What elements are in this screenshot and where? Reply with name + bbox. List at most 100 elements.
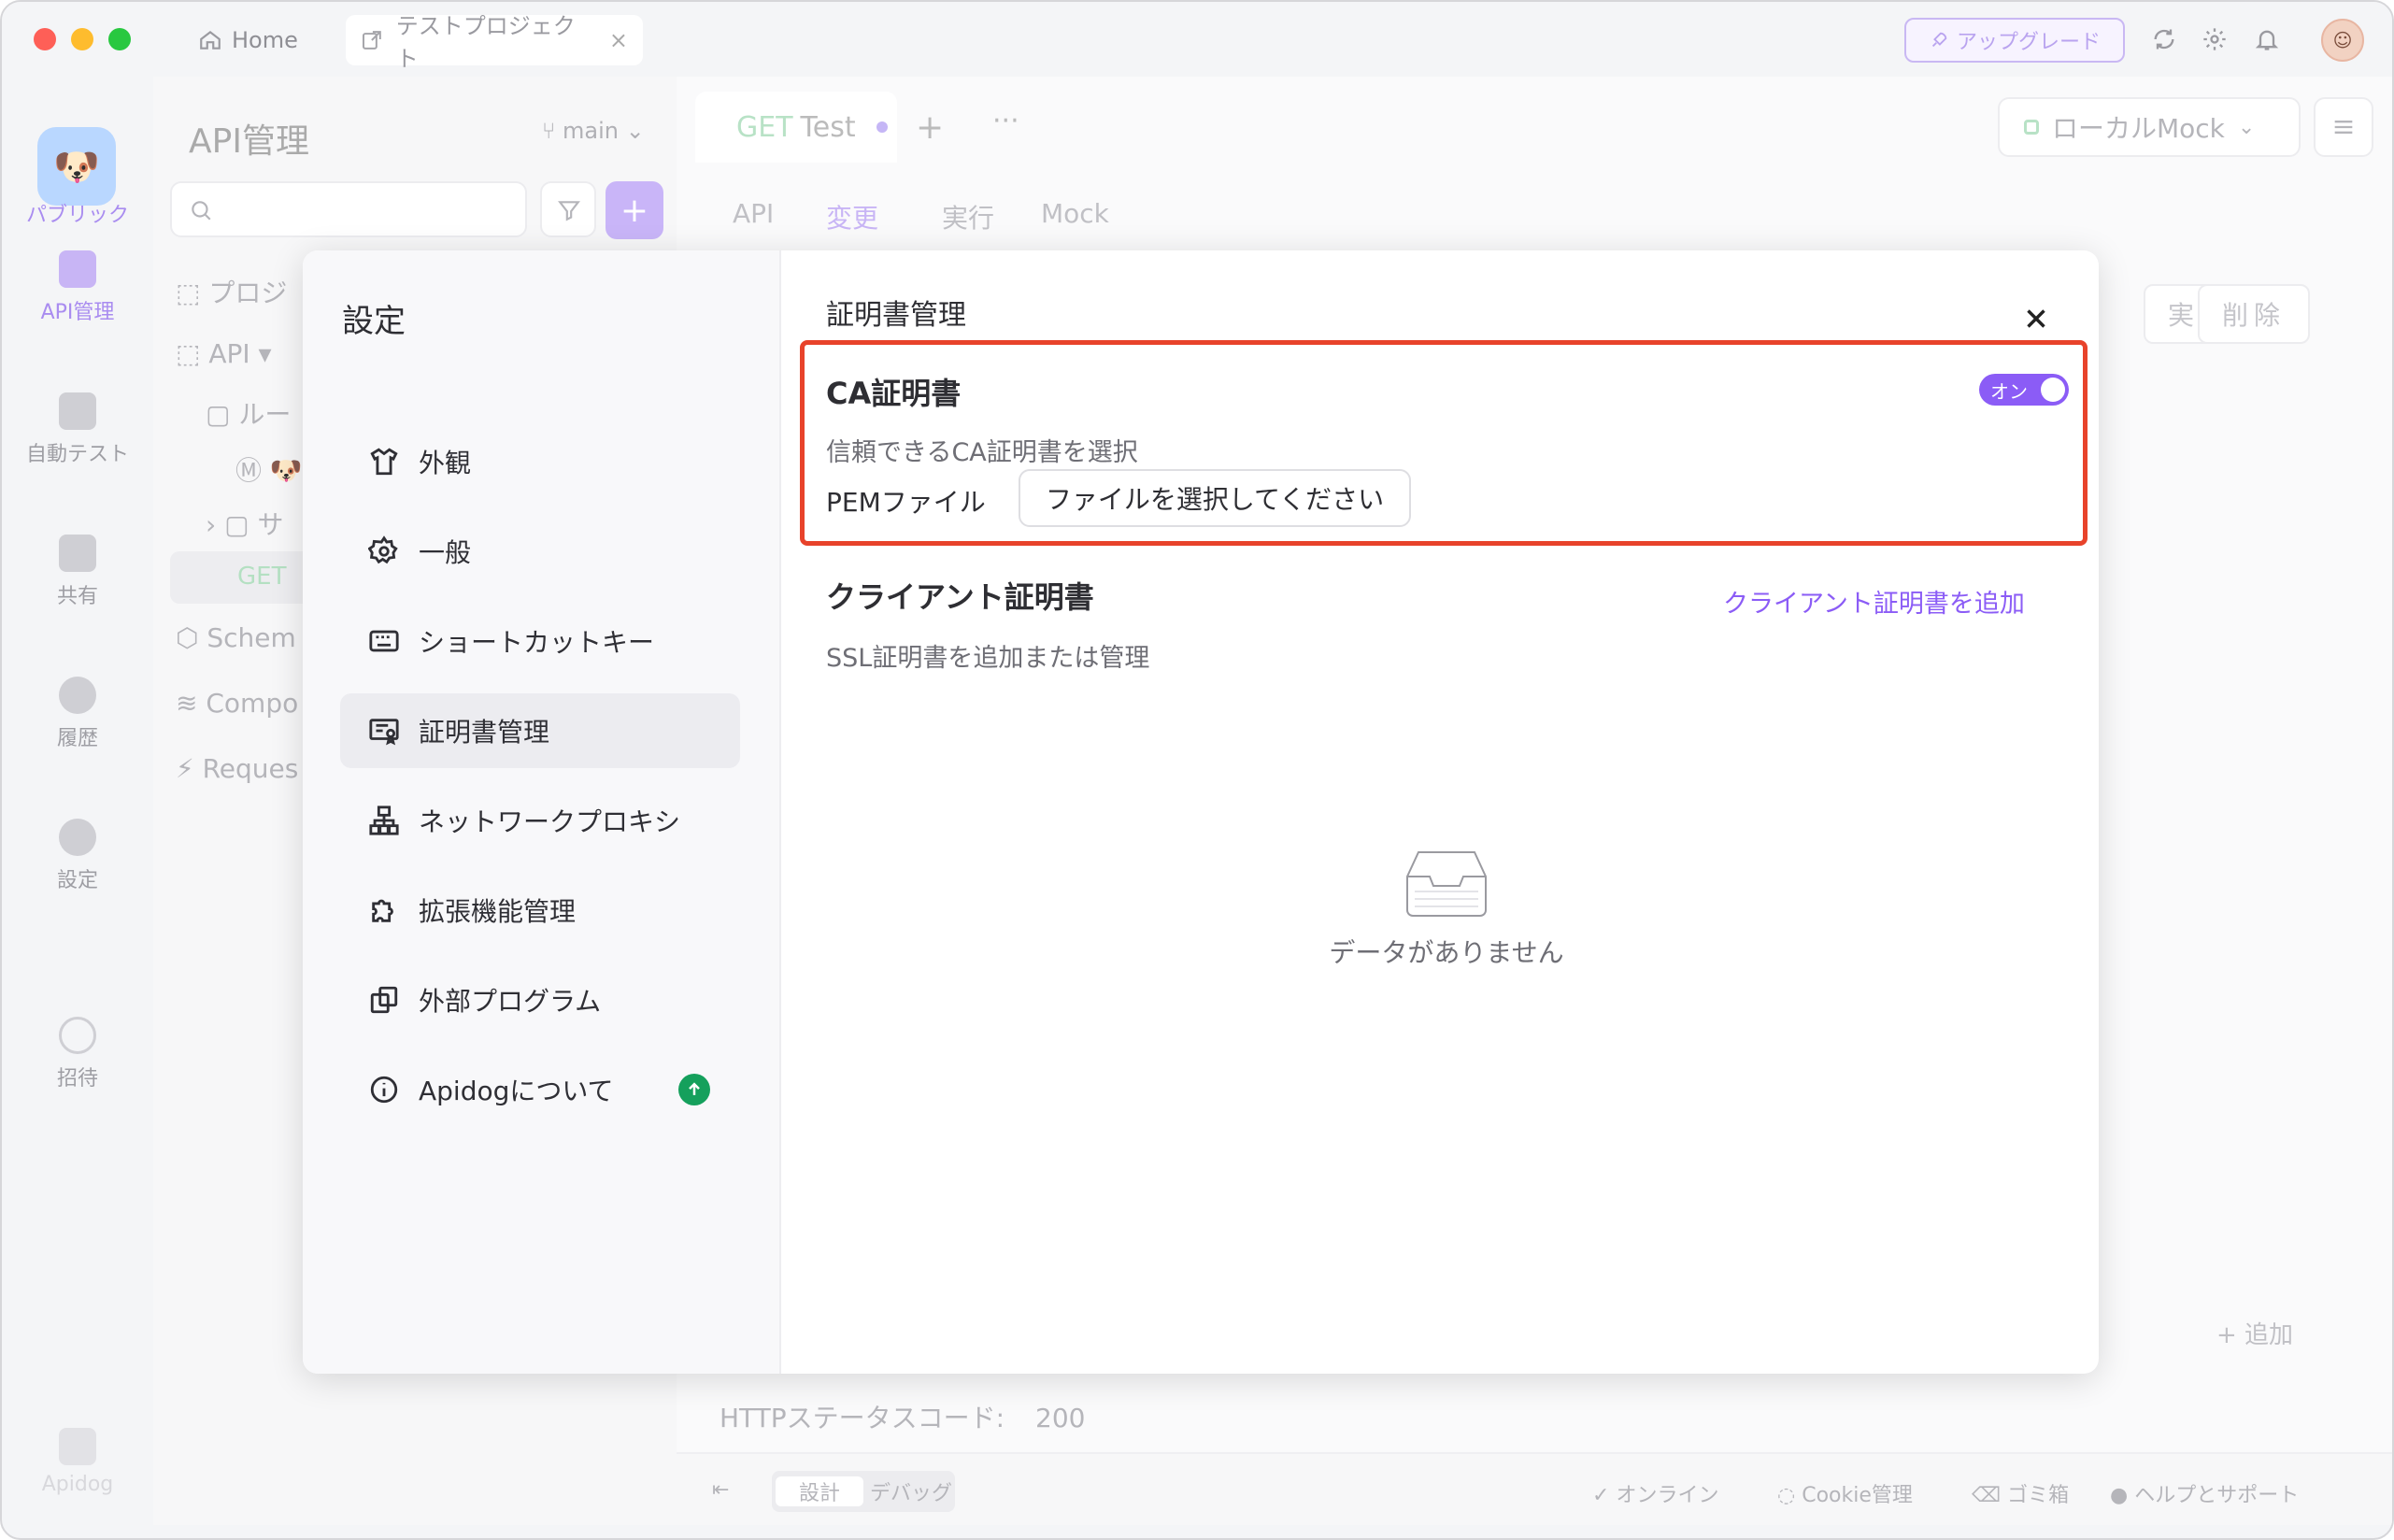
cookie-manager[interactable]: ◌ Cookie管理	[1777, 1478, 1913, 1508]
external-program-icon	[370, 986, 398, 1014]
new-tab-button[interactable]: +	[916, 108, 944, 147]
mode-switch[interactable]: 設計 デバッグ	[772, 1471, 955, 1512]
toggle-label: オン	[1990, 379, 2028, 403]
settings-gear-icon[interactable]	[2198, 22, 2231, 56]
add-link[interactable]: + 追加	[2216, 1316, 2293, 1350]
home-tab-label: Home	[232, 27, 298, 53]
menu-item-extensions[interactable]: 拡張機能管理	[340, 873, 740, 948]
rail-item-settings[interactable]: 設定	[2, 819, 153, 893]
request-name: Test	[800, 110, 856, 144]
hamburger-menu-button[interactable]	[2314, 97, 2373, 157]
ca-certificate-toggle[interactable]: オン	[1979, 374, 2069, 406]
rail-item-public[interactable]: パブリック	[2, 198, 153, 228]
add-user-icon	[59, 1017, 96, 1054]
menu-item-external-programs[interactable]: 外部プログラム	[340, 962, 740, 1037]
search-icon	[192, 201, 211, 221]
tree-item-project[interactable]: ⬚ プロジ	[176, 273, 287, 310]
window-close-button[interactable]	[34, 28, 56, 50]
add-client-certificate-link[interactable]: クライアント証明書を追加	[1723, 583, 2025, 620]
trash[interactable]: ⌫ ゴミ箱	[1972, 1478, 2069, 1508]
rail-item-label: 設定	[56, 869, 98, 892]
title-bar: Home テストプロジェクト × アップグレード ☺	[2, 2, 2392, 77]
environment-icon	[2024, 120, 2039, 135]
ca-certificate-description: 信頼できるCA証明書を選択	[826, 438, 1138, 467]
collapse-sidebar-icon[interactable]: ⇤	[712, 1478, 729, 1502]
close-tab-icon[interactable]: ×	[609, 27, 628, 53]
upgrade-button[interactable]: アップグレード	[1904, 18, 2125, 63]
tree-item-label: Schem	[207, 622, 296, 653]
settings-content: 証明書管理 CA証明書 オン 信頼できるCA証明書を選択 PEMファイル ファイ…	[783, 250, 2099, 1374]
tree-item-schemas[interactable]: ⬡ Schem	[176, 622, 296, 653]
subtab-api[interactable]: API	[733, 198, 774, 229]
update-available-icon[interactable]	[678, 1074, 710, 1105]
user-avatar[interactable]: ☺	[2321, 19, 2364, 62]
help-support[interactable]: ● ヘルプとサポート	[2110, 1478, 2299, 1508]
online-status[interactable]: ✓ オンライン	[1592, 1478, 1718, 1508]
sync-icon[interactable]	[2147, 22, 2181, 56]
branch-selector[interactable]: ⑂ main ⌄	[542, 118, 645, 144]
project-tab[interactable]: テストプロジェクト ×	[346, 13, 643, 72]
request-method: GET	[736, 110, 793, 144]
clock-icon	[59, 677, 96, 714]
bell-icon[interactable]	[2250, 22, 2284, 56]
rail-item-label: 自動テスト	[25, 443, 129, 466]
rail-item-share[interactable]: 共有	[2, 535, 153, 609]
more-tabs-icon[interactable]: ···	[992, 105, 1019, 137]
subtab-run[interactable]: 実行	[942, 198, 994, 235]
subtab-modify[interactable]: 変更	[826, 198, 878, 235]
puzzle-icon	[372, 899, 393, 922]
tree-item-requests[interactable]: ⚡ Reques	[176, 753, 298, 784]
tree-item-root-folder[interactable]: ▢ ルー	[206, 394, 291, 432]
menu-item-network-proxy[interactable]: ネットワークプロキシ	[340, 783, 740, 858]
add-button[interactable]: +	[606, 181, 663, 239]
menu-icon	[2334, 121, 2353, 134]
empty-state-text: データがありません	[1329, 937, 1564, 968]
rail-item-invite[interactable]: 招待	[2, 1017, 153, 1091]
empty-box-icon	[1406, 851, 1487, 917]
menu-item-shortcuts[interactable]: ショートカットキー	[340, 604, 740, 678]
app-rail: 🐶 パブリック API管理 自動テスト 共有 履歴 設定 招待 Apidog	[2, 77, 153, 1538]
rail-item-history[interactable]: 履歴	[2, 677, 153, 751]
team-logo[interactable]: 🐶	[37, 127, 116, 206]
mode-design[interactable]: 設計	[776, 1476, 863, 1506]
bottom-bar: ⇤ 設計 デバッグ ✓ オンライン ◌ Cookie管理 ⌫ ゴミ箱 ● ヘルプ…	[677, 1452, 2392, 1525]
menu-item-certificates[interactable]: 証明書管理	[340, 693, 740, 768]
tree-item-label: プロジ	[208, 278, 288, 308]
filter-icon	[558, 201, 580, 221]
delete-button[interactable]: 削除	[2198, 284, 2310, 344]
empty-state: データがありません	[1306, 843, 1587, 970]
rail-item-api-management[interactable]: API管理	[2, 250, 153, 325]
settings-sidebar: 設定 外観 一般 ショートカットキー 証明書管理 ネットワークプロキシ 拡張機能…	[303, 250, 781, 1374]
upgrade-label: アップグレード	[1956, 31, 2101, 54]
tree-item-sub-folder[interactable]: › ▢ サ	[206, 505, 283, 542]
subtab-mock[interactable]: Mock	[1041, 198, 1109, 229]
environment-select[interactable]: ローカルMock ⌄	[1998, 97, 2301, 157]
get-method-label: GET	[237, 563, 287, 591]
menu-item-label: 拡張機能管理	[419, 896, 577, 927]
client-certificate-title: クライアント証明書	[826, 579, 1094, 615]
close-dialog-button[interactable]	[2020, 303, 2052, 335]
filter-button[interactable]	[540, 181, 596, 237]
rail-item-auto-test[interactable]: 自動テスト	[2, 392, 153, 467]
dialog-title: 設定	[342, 303, 406, 340]
mode-debug[interactable]: デバッグ	[867, 1476, 955, 1506]
select-file-button[interactable]: ファイルを選択してください	[1019, 469, 1411, 527]
menu-item-appearance[interactable]: 外観	[340, 424, 740, 499]
network-icon	[369, 806, 399, 835]
tree-item-components[interactable]: ≋ Compo	[176, 688, 298, 719]
menu-item-general[interactable]: 一般	[340, 514, 740, 589]
project-tab-label: テストプロジェクト	[395, 13, 576, 72]
home-icon	[200, 30, 221, 50]
client-certificate-description: SSL証明書を追加または管理	[826, 644, 1150, 673]
tree-item-api[interactable]: ⬚ API ▾	[176, 338, 272, 369]
tree-item-markdown[interactable]: Ⓜ 🐶	[235, 450, 303, 488]
pem-file-label: PEMファイル	[826, 487, 986, 518]
request-tab[interactable]: GET Test	[695, 92, 897, 163]
menu-item-label: 証明書管理	[419, 717, 550, 748]
menu-item-about[interactable]: Apidogについて	[340, 1052, 740, 1127]
window-minimize-button[interactable]	[71, 28, 93, 50]
window-maximize-button[interactable]	[108, 28, 131, 50]
home-tab[interactable]: Home	[198, 21, 298, 60]
tree-item-label: Compo	[206, 688, 299, 719]
search-input[interactable]	[170, 181, 527, 237]
